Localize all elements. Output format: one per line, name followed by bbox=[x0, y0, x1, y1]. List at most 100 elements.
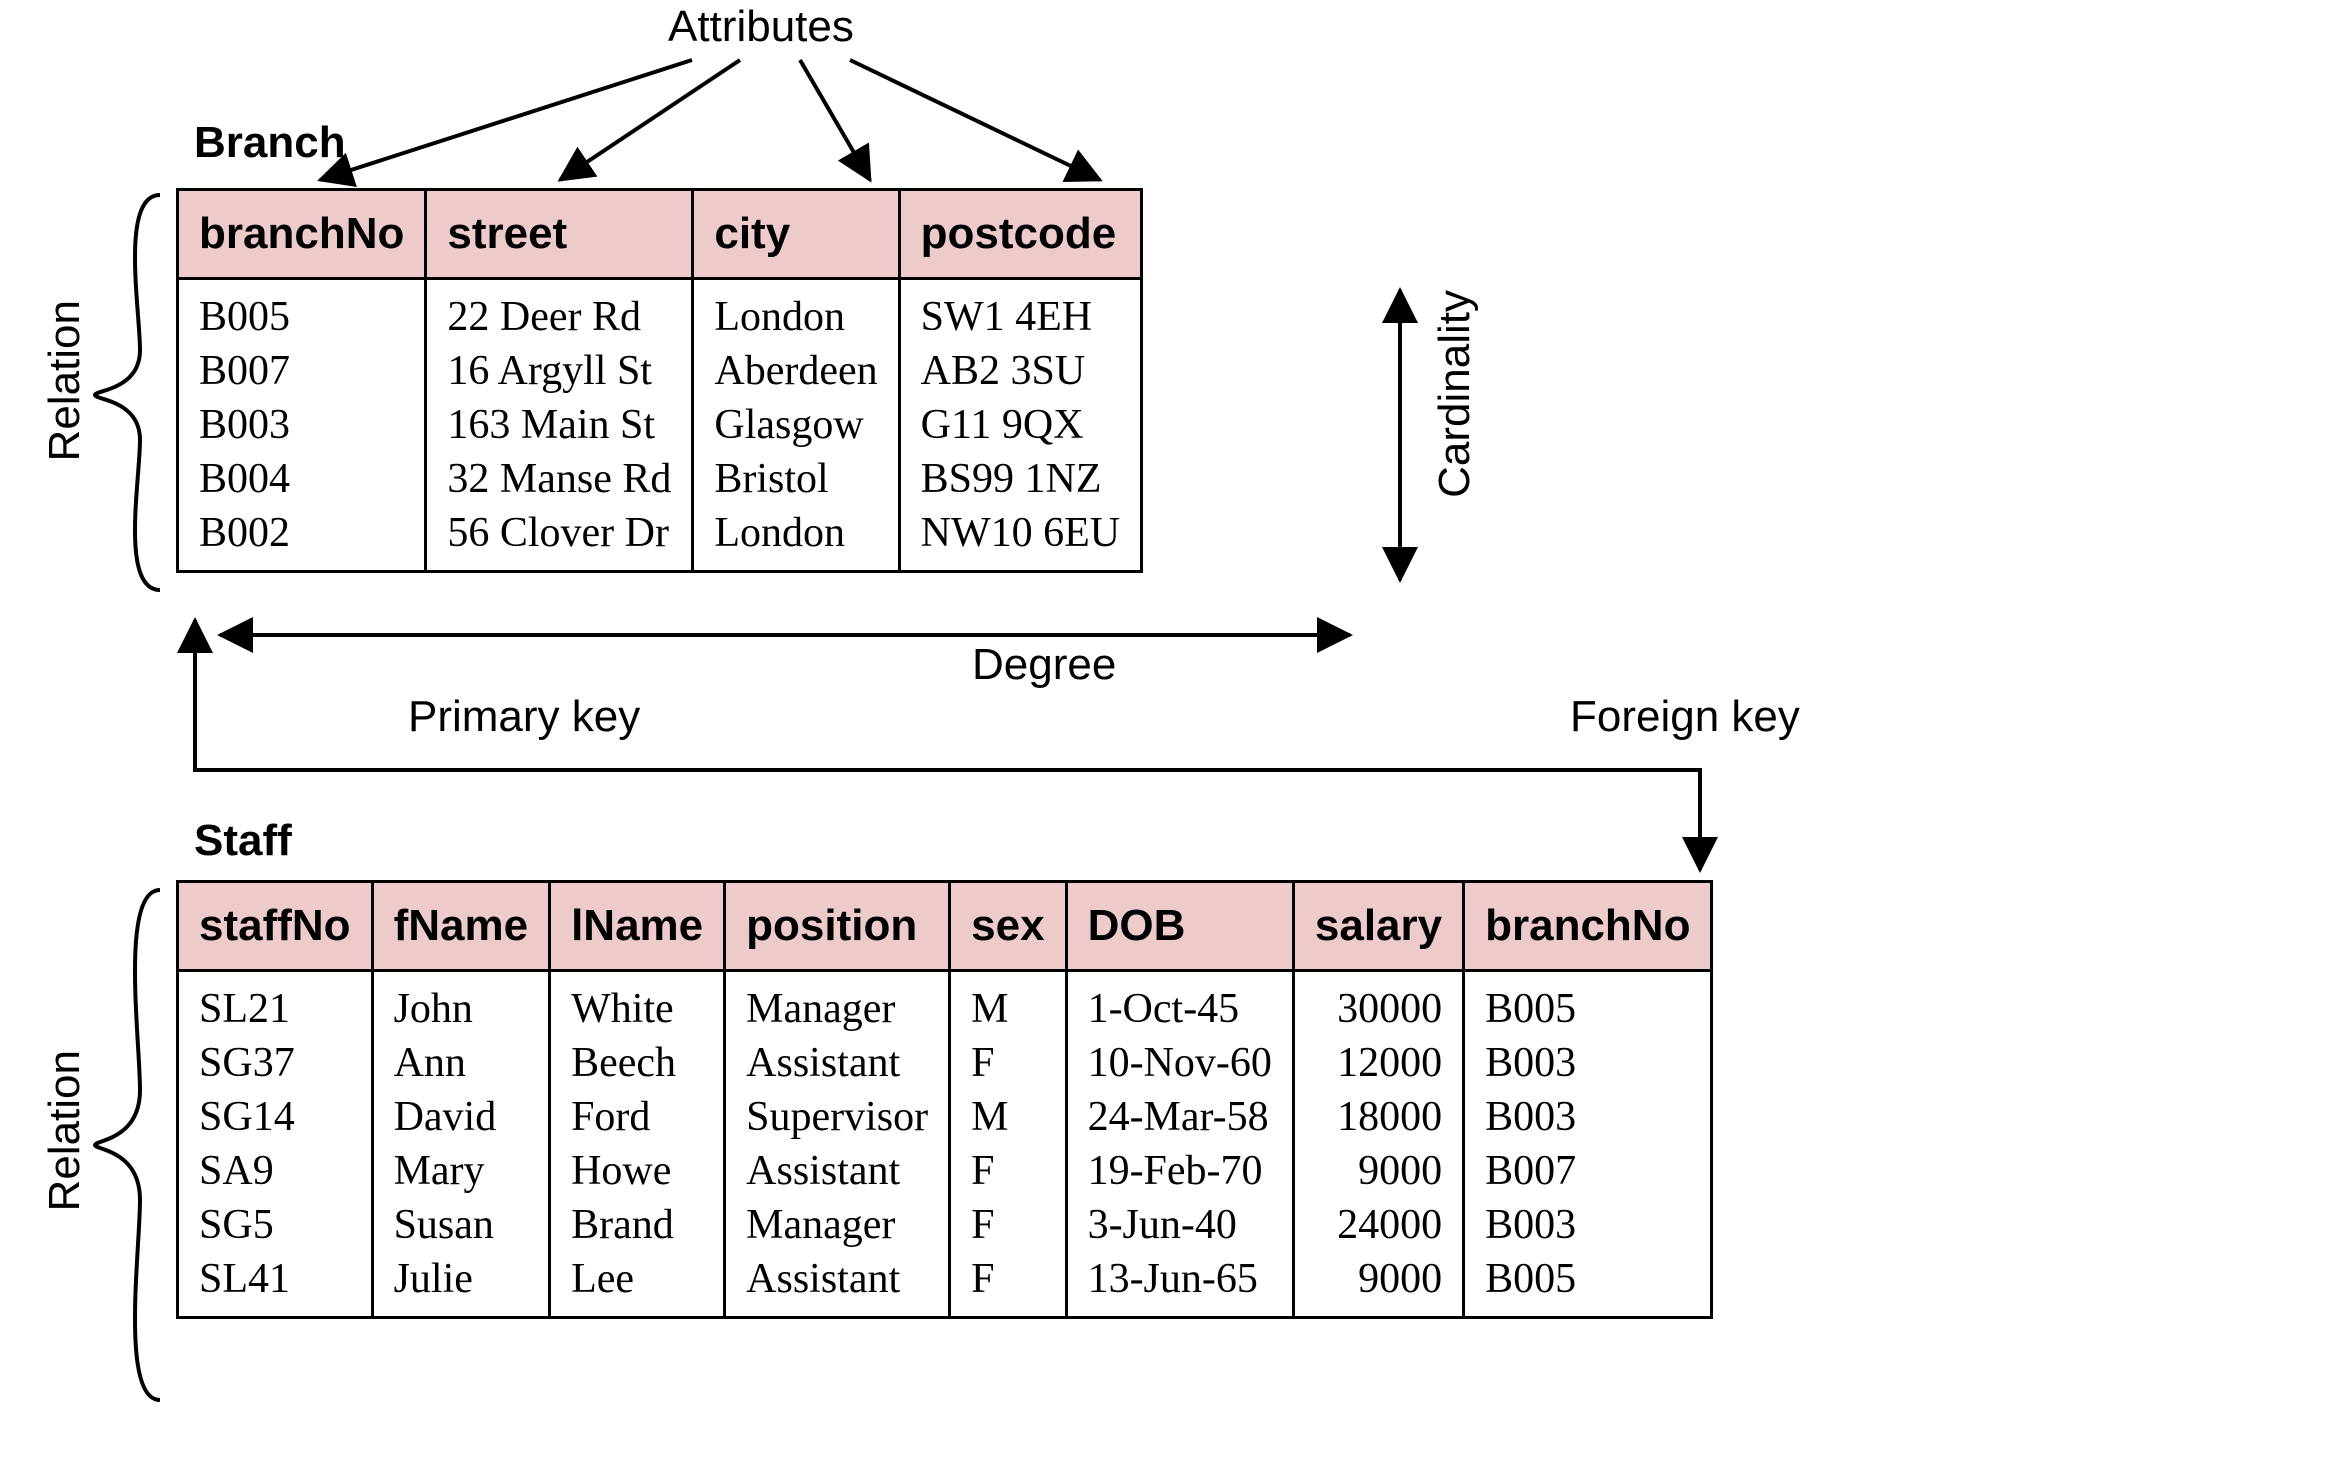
table-cell: Assistant bbox=[746, 1252, 928, 1306]
table-cell: Supervisor bbox=[746, 1090, 928, 1144]
brace-relation-staff bbox=[95, 890, 160, 1400]
table-column: MFMFFF bbox=[950, 971, 1066, 1318]
table-cell: SA9 bbox=[199, 1144, 351, 1198]
table-cell: B003 bbox=[1485, 1198, 1690, 1252]
table-cell: B003 bbox=[1485, 1090, 1690, 1144]
table-cell: 9000 bbox=[1315, 1252, 1442, 1306]
table-cell: AB2 3SU bbox=[921, 344, 1120, 398]
column-header: DOB bbox=[1066, 882, 1293, 971]
table-column: 1-Oct-4510-Nov-6024-Mar-5819-Feb-703-Jun… bbox=[1066, 971, 1293, 1318]
table-cell: Ford bbox=[571, 1090, 703, 1144]
table-cell: Susan bbox=[394, 1198, 529, 1252]
table-cell: B005 bbox=[199, 290, 404, 344]
table-cell: Bristol bbox=[714, 452, 877, 506]
table-cell: B007 bbox=[199, 344, 404, 398]
table-cell: Beech bbox=[571, 1036, 703, 1090]
table-cell: B004 bbox=[199, 452, 404, 506]
column-header: fName bbox=[372, 882, 550, 971]
column-header: staffNo bbox=[178, 882, 373, 971]
table-cell: B005 bbox=[1485, 1252, 1690, 1306]
column-header: postcode bbox=[899, 190, 1141, 279]
table-cell: SL21 bbox=[199, 982, 351, 1036]
table-cell: B003 bbox=[199, 398, 404, 452]
table-cell: SG5 bbox=[199, 1198, 351, 1252]
table-column: LondonAberdeenGlasgowBristolLondon bbox=[693, 279, 899, 572]
table-column: SL21SG37SG14SA9SG5SL41 bbox=[178, 971, 373, 1318]
attributes-arrows bbox=[320, 60, 1100, 180]
primary-foreign-key-arrow bbox=[195, 620, 1700, 870]
table-cell: 16 Argyll St bbox=[447, 344, 671, 398]
table-cell: London bbox=[714, 290, 877, 344]
label-primary-key: Primary key bbox=[408, 692, 640, 742]
table-cell: 24000 bbox=[1315, 1198, 1442, 1252]
table-cell: Manager bbox=[746, 982, 928, 1036]
table-cell: Ann bbox=[394, 1036, 529, 1090]
label-degree: Degree bbox=[972, 640, 1116, 690]
label-relation-branch: Relation bbox=[40, 300, 90, 461]
table-cell: B007 bbox=[1485, 1144, 1690, 1198]
column-header: city bbox=[693, 190, 899, 279]
table-cell: 24-Mar-58 bbox=[1088, 1090, 1272, 1144]
table-cell: BS99 1NZ bbox=[921, 452, 1120, 506]
table-cell: Julie bbox=[394, 1252, 529, 1306]
table-cell: 1-Oct-45 bbox=[1088, 982, 1272, 1036]
table-cell: Mary bbox=[394, 1144, 529, 1198]
column-header: position bbox=[725, 882, 950, 971]
table-cell: 163 Main St bbox=[447, 398, 671, 452]
label-branch: Branch bbox=[194, 118, 346, 168]
column-header: street bbox=[426, 190, 693, 279]
table-cell: 19-Feb-70 bbox=[1088, 1144, 1272, 1198]
table-cell: 3-Jun-40 bbox=[1088, 1198, 1272, 1252]
branch-table: branchNostreetcitypostcodeB005B007B003B0… bbox=[176, 188, 1143, 573]
table-cell: SG14 bbox=[199, 1090, 351, 1144]
table-column: WhiteBeechFordHoweBrandLee bbox=[550, 971, 725, 1318]
table-cell: 32 Manse Rd bbox=[447, 452, 671, 506]
table-cell: 30000 bbox=[1315, 982, 1442, 1036]
table-cell: M bbox=[971, 1090, 1044, 1144]
table-cell: F bbox=[971, 1036, 1044, 1090]
table-cell: B003 bbox=[1485, 1036, 1690, 1090]
table-cell: 9000 bbox=[1315, 1144, 1442, 1198]
table-cell: Lee bbox=[571, 1252, 703, 1306]
table-cell: David bbox=[394, 1090, 529, 1144]
table-cell: B002 bbox=[199, 506, 404, 560]
table-cell: 12000 bbox=[1315, 1036, 1442, 1090]
table-cell: 56 Clover Dr bbox=[447, 506, 671, 560]
table-cell: Assistant bbox=[746, 1036, 928, 1090]
column-header: branchNo bbox=[178, 190, 426, 279]
table-cell: Howe bbox=[571, 1144, 703, 1198]
label-foreign-key: Foreign key bbox=[1570, 692, 1800, 742]
table-cell: Manager bbox=[746, 1198, 928, 1252]
table-column: 3000012000180009000240009000 bbox=[1293, 971, 1463, 1318]
table-cell: Assistant bbox=[746, 1144, 928, 1198]
table-cell: Brand bbox=[571, 1198, 703, 1252]
table-cell: London bbox=[714, 506, 877, 560]
column-header: salary bbox=[1293, 882, 1463, 971]
table-cell: F bbox=[971, 1252, 1044, 1306]
table-cell: Aberdeen bbox=[714, 344, 877, 398]
table-cell: 22 Deer Rd bbox=[447, 290, 671, 344]
table-column: SW1 4EHAB2 3SUG11 9QXBS99 1NZNW10 6EU bbox=[899, 279, 1141, 572]
table-cell: John bbox=[394, 982, 529, 1036]
table-cell: Glasgow bbox=[714, 398, 877, 452]
table-cell: 13-Jun-65 bbox=[1088, 1252, 1272, 1306]
table-column: B005B007B003B004B002 bbox=[178, 279, 426, 572]
table-cell: F bbox=[971, 1198, 1044, 1252]
table-column: B005B003B003B007B003B005 bbox=[1464, 971, 1712, 1318]
table-column: 22 Deer Rd16 Argyll St163 Main St32 Mans… bbox=[426, 279, 693, 572]
column-header: lName bbox=[550, 882, 725, 971]
table-cell: SL41 bbox=[199, 1252, 351, 1306]
table-cell: White bbox=[571, 982, 703, 1036]
table-column: ManagerAssistantSupervisorAssistantManag… bbox=[725, 971, 950, 1318]
table-cell: G11 9QX bbox=[921, 398, 1120, 452]
table-column: JohnAnnDavidMarySusanJulie bbox=[372, 971, 550, 1318]
brace-relation-branch bbox=[95, 195, 160, 590]
label-relation-staff: Relation bbox=[40, 1050, 90, 1211]
table-cell: B005 bbox=[1485, 982, 1690, 1036]
label-attributes: Attributes bbox=[668, 2, 854, 52]
table-cell: SW1 4EH bbox=[921, 290, 1120, 344]
diagram-canvas: Attributes Branch branchNostreetcitypost… bbox=[0, 0, 2325, 1467]
column-header: sex bbox=[950, 882, 1066, 971]
label-cardinality: Cardinality bbox=[1430, 290, 1480, 498]
table-cell: 18000 bbox=[1315, 1090, 1442, 1144]
